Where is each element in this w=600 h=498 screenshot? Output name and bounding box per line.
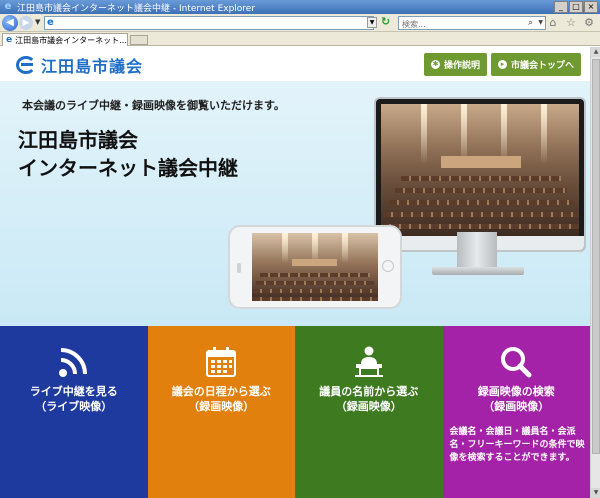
page-favicon-icon: e <box>47 17 54 28</box>
tile-search-description: 会議名・会議日・議員名・会派名・フリーキーワードの条件で映像を検索することができ… <box>449 427 585 463</box>
web-page: 江田島市議会 ✱ 操作説明 ▸ 市議会トップへ 本会議のライブ中継・録画映像を御… <box>0 47 590 498</box>
phone-home-button <box>382 260 394 272</box>
tab-favicon-icon: e <box>6 35 13 45</box>
tile-live-title: ライブ中継を見る <box>29 385 118 398</box>
maximize-button[interactable]: □ <box>569 1 583 13</box>
scroll-up-arrow-icon[interactable]: ▲ <box>591 47 600 57</box>
internet-explorer-icon: e <box>4 1 12 12</box>
tile-members-label: 議員の名前から選ぶ （録画映像） <box>295 384 443 414</box>
monitor-stand <box>457 232 497 270</box>
forward-arrow-icon[interactable]: ▶ <box>19 16 33 30</box>
site-header: 江田島市議会 ✱ 操作説明 ▸ 市議会トップへ <box>0 47 590 81</box>
search-box[interactable]: ⌕ ▼ <box>398 16 546 31</box>
assembly-hall-image <box>381 104 579 236</box>
history-dropdown-icon[interactable]: ▼ <box>35 18 40 26</box>
home-icon[interactable]: ⌂ <box>546 16 560 30</box>
hero-banner: 本会議のライブ中継・録画映像を御覧いただけます。 江田島市議会 インターネット議… <box>0 81 590 326</box>
tile-members-sub: （録画映像） <box>335 400 402 413</box>
settings-gear-icon[interactable]: ⚙ <box>582 16 596 30</box>
tile-schedule-label: 議会の日程から選ぶ （録画映像） <box>148 384 296 414</box>
search-input[interactable] <box>399 18 519 31</box>
tile-search[interactable]: 録画映像の検索 （録画映像） 会議名・会議日・議員名・会派名・フリーキーワードの… <box>442 326 591 498</box>
address-dropdown-icon[interactable]: ▼ <box>367 17 377 28</box>
arrow-right-icon: ▸ <box>498 60 507 69</box>
howto-label: 操作説明 <box>444 61 481 71</box>
page-scrollbar[interactable]: ▲ ▼ <box>590 47 600 498</box>
tile-live-sub: （ライブ映像） <box>35 400 113 413</box>
search-magnifier-icon <box>501 347 532 378</box>
calendar-icon <box>206 347 237 377</box>
hero-tagline: 本会議のライブ中継・録画映像を御覧いただけます。 <box>22 99 285 112</box>
logo-text: 江田島市議会 <box>41 57 144 76</box>
monitor-illustration <box>374 97 586 252</box>
phone-speaker <box>237 263 241 273</box>
tile-members-title: 議員の名前から選ぶ <box>319 385 419 398</box>
tile-live[interactable]: ライブ中継を見る （ライブ映像） <box>0 326 148 498</box>
tab-strip: e 江田島市議会インターネット... × <box>0 32 600 46</box>
tile-live-label: ライブ中継を見る （ライブ映像） <box>0 384 148 414</box>
browser-tab[interactable]: e 江田島市議会インターネット... × <box>2 33 128 46</box>
tile-schedule[interactable]: 議会の日程から選ぶ （録画映像） <box>147 326 296 498</box>
council-top-label: 市議会トップへ <box>511 61 575 71</box>
council-top-button[interactable]: ▸ 市議会トップへ <box>491 53 582 76</box>
phone-hall-image <box>252 233 378 301</box>
live-broadcast-icon <box>58 348 87 377</box>
menu-tiles: ライブ中継を見る （ライブ映像） 議会の日程から選ぶ （録画映像） 議員の名前か… <box>0 326 590 498</box>
hero-title-line2: インターネット議会中継 <box>18 156 238 180</box>
logo-e-icon <box>16 55 38 75</box>
tab-label: 江田島市議会インターネット... <box>15 35 127 45</box>
smartphone-illustration <box>228 225 402 309</box>
favorites-star-icon[interactable]: ☆ <box>564 16 578 30</box>
hero-title-line1: 江田島市議会 <box>18 128 138 152</box>
tile-schedule-title: 議会の日程から選ぶ <box>171 385 271 398</box>
speaker-podium-icon <box>354 346 383 377</box>
scroll-down-arrow-icon[interactable]: ▼ <box>591 488 600 498</box>
monitor-base <box>432 267 524 275</box>
scroll-thumb[interactable] <box>592 59 600 454</box>
howto-button[interactable]: ✱ 操作説明 <box>424 53 488 76</box>
tile-search-sub: （録画映像） <box>483 400 550 413</box>
hero-title: 江田島市議会 インターネット議会中継 <box>18 126 238 182</box>
tab-close-icon[interactable]: × <box>127 36 128 45</box>
tile-search-title: 録画映像の検索 <box>477 385 555 398</box>
window-titlebar: e 江田島市議会インターネット議会中継 - Internet Explorer … <box>0 0 600 14</box>
browser-toolbar: ◀ ▶ ▼ e ▼ ↻ ⌕ ▼ ⌂ ☆ ⚙ <box>0 14 600 32</box>
minimize-button[interactable]: _ <box>554 1 568 13</box>
search-dropdown-icon[interactable]: ▼ <box>538 19 543 26</box>
gear-icon: ✱ <box>431 60 440 69</box>
tile-members[interactable]: 議員の名前から選ぶ （録画映像） <box>295 326 443 498</box>
close-window-button[interactable]: × <box>584 1 598 13</box>
tile-search-label: 録画映像の検索 （録画映像） <box>443 384 591 414</box>
window-title: 江田島市議会インターネット議会中継 - Internet Explorer <box>17 3 256 14</box>
back-arrow-icon[interactable]: ◀ <box>2 15 18 31</box>
search-icon[interactable]: ⌕ <box>528 17 533 29</box>
tile-schedule-sub: （録画映像） <box>188 400 255 413</box>
site-logo[interactable]: 江田島市議会 <box>16 53 143 77</box>
refresh-icon[interactable]: ↻ <box>381 16 393 28</box>
address-bar[interactable]: e <box>44 16 374 30</box>
new-tab-button[interactable] <box>130 35 148 45</box>
